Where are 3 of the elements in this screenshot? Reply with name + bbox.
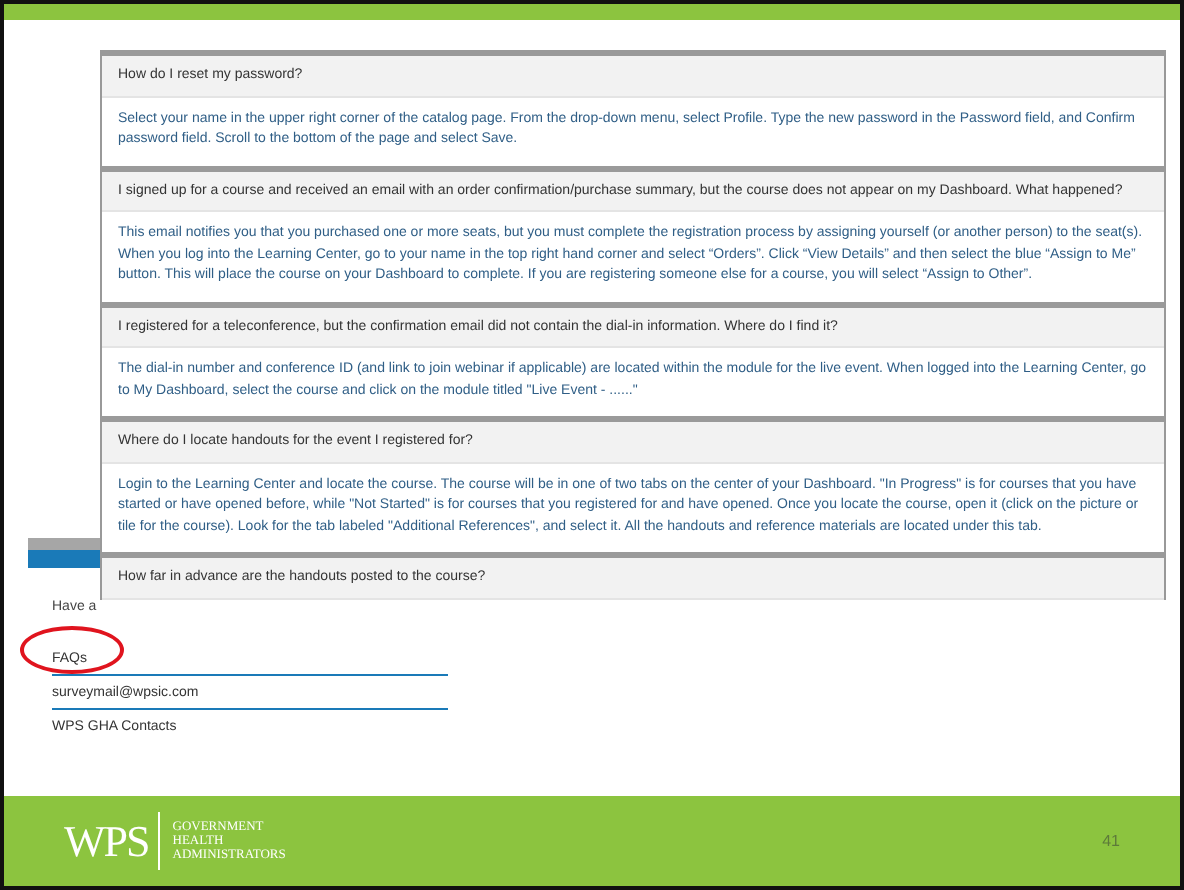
highlight-circle	[20, 626, 124, 674]
page-number: 41	[1102, 832, 1120, 850]
logo-text: WPS	[64, 812, 161, 870]
